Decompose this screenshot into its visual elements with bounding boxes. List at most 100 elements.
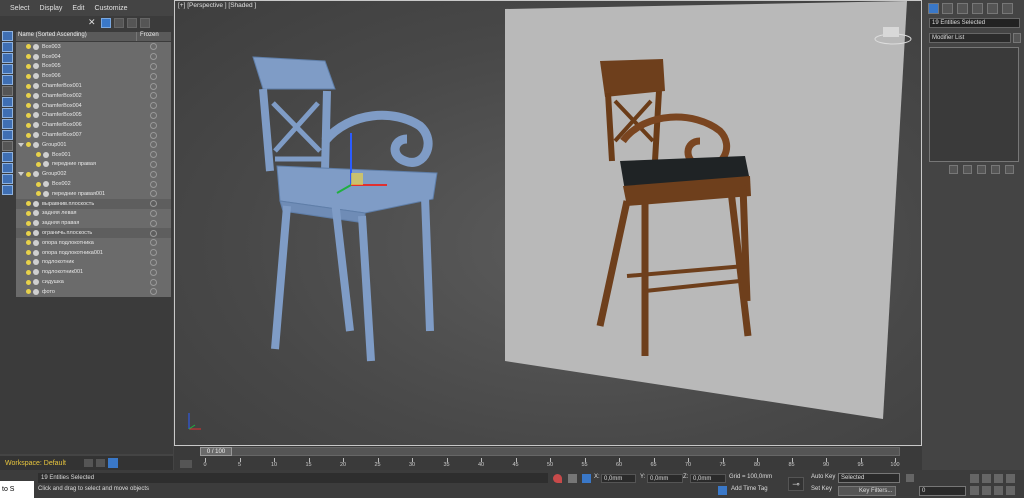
visibility-bulb-icon[interactable] bbox=[36, 181, 41, 187]
menu-customize[interactable]: Customize bbox=[94, 5, 127, 12]
show-end-result-icon[interactable] bbox=[963, 165, 972, 174]
remove-modifier-icon[interactable] bbox=[991, 165, 1000, 174]
frozen-toggle-icon[interactable] bbox=[150, 219, 157, 227]
display-none-icon[interactable] bbox=[2, 174, 13, 184]
filter-spacewarps-icon[interactable] bbox=[2, 86, 13, 96]
visibility-bulb-icon[interactable] bbox=[26, 259, 31, 265]
explorer-row[interactable]: опора подлокотника001 bbox=[16, 247, 171, 258]
pin-icon[interactable] bbox=[127, 18, 137, 28]
filter-lights-icon[interactable] bbox=[2, 53, 13, 63]
modify-tab-icon[interactable] bbox=[942, 3, 953, 14]
x-coordinate-field[interactable]: 0,0mm bbox=[601, 474, 636, 483]
filter-bones-icon[interactable] bbox=[2, 119, 13, 129]
explorer-row[interactable]: Group002 bbox=[16, 169, 171, 180]
frozen-toggle-icon[interactable] bbox=[150, 151, 157, 159]
absolute-mode-icon[interactable] bbox=[582, 474, 591, 483]
visibility-bulb-icon[interactable] bbox=[26, 93, 31, 99]
close-icon[interactable]: ✕ bbox=[88, 18, 98, 28]
make-unique-icon[interactable] bbox=[977, 165, 986, 174]
zoom-icon[interactable] bbox=[970, 474, 979, 483]
explorer-row[interactable]: Box003 bbox=[16, 42, 171, 52]
frozen-toggle-icon[interactable] bbox=[150, 190, 157, 198]
frozen-toggle-icon[interactable] bbox=[150, 258, 157, 266]
frozen-toggle-icon[interactable] bbox=[150, 102, 157, 110]
isolate-selection-icon[interactable] bbox=[553, 474, 562, 483]
visibility-bulb-icon[interactable] bbox=[26, 201, 31, 207]
explorer-row[interactable]: Group001 bbox=[16, 139, 171, 150]
explorer-row[interactable]: задняя правая bbox=[16, 218, 171, 229]
explorer-row[interactable]: ограничь.плоскость bbox=[16, 228, 171, 238]
explorer-row[interactable]: подлокотник001 bbox=[16, 267, 171, 278]
explorer-row[interactable]: ChamferBox007 bbox=[16, 130, 171, 140]
frozen-toggle-icon[interactable] bbox=[150, 200, 157, 208]
display-tab-icon[interactable] bbox=[987, 3, 998, 14]
filter-groups-icon[interactable] bbox=[2, 97, 13, 107]
visibility-bulb-icon[interactable] bbox=[26, 132, 31, 138]
column-frozen[interactable]: Frozen bbox=[137, 32, 159, 41]
layer-icon[interactable] bbox=[84, 459, 93, 467]
frozen-toggle-icon[interactable] bbox=[150, 249, 157, 257]
explorer-row[interactable]: фото bbox=[16, 286, 171, 297]
motion-tab-icon[interactable] bbox=[972, 3, 983, 14]
z-coordinate-field[interactable]: 0,0mm bbox=[690, 474, 726, 483]
explorer-row[interactable]: сидушка bbox=[16, 277, 171, 287]
auto-key-button[interactable]: Auto Key bbox=[811, 474, 835, 480]
create-tab-icon[interactable] bbox=[928, 3, 939, 14]
visibility-bulb-icon[interactable] bbox=[26, 103, 31, 109]
explorer-row[interactable]: задняя левая bbox=[16, 208, 171, 219]
frozen-toggle-icon[interactable] bbox=[150, 72, 157, 80]
frozen-toggle-icon[interactable] bbox=[150, 141, 157, 149]
add-time-tag[interactable]: Add Time Tag bbox=[731, 486, 768, 492]
explorer-row[interactable]: опора подлокотника bbox=[16, 237, 171, 248]
explorer-row[interactable]: ChamferBox004 bbox=[16, 100, 171, 111]
frozen-toggle-icon[interactable] bbox=[150, 43, 157, 51]
hierarchy-tab-icon[interactable] bbox=[957, 3, 968, 14]
orbit-icon[interactable] bbox=[982, 486, 991, 495]
configure-modifier-sets-icon[interactable] bbox=[1005, 165, 1014, 174]
visibility-bulb-icon[interactable] bbox=[26, 240, 31, 246]
frozen-toggle-icon[interactable] bbox=[150, 170, 157, 178]
visibility-bulb-icon[interactable] bbox=[26, 44, 31, 50]
filter-helpers-icon[interactable] bbox=[2, 75, 13, 85]
frozen-toggle-icon[interactable] bbox=[150, 239, 157, 247]
menu-edit[interactable]: Edit bbox=[72, 5, 84, 12]
invert-display-icon[interactable] bbox=[2, 185, 13, 195]
frozen-toggle-icon[interactable] bbox=[150, 131, 157, 139]
frozen-toggle-icon[interactable] bbox=[150, 180, 157, 188]
expand-arrow-icon[interactable] bbox=[18, 142, 24, 147]
workspace-selector[interactable]: Workspace: Default bbox=[5, 460, 66, 467]
pin-stack-icon[interactable] bbox=[949, 165, 958, 174]
mini-curve-editor-icon[interactable] bbox=[180, 460, 192, 468]
column-name[interactable]: Name (Sorted Ascending) bbox=[16, 32, 137, 41]
filter-shapes-icon[interactable] bbox=[2, 42, 13, 52]
viewport-label[interactable]: [+] [Perspective ] [Shaded ] bbox=[178, 2, 256, 9]
selection-lock-icon[interactable] bbox=[568, 474, 577, 483]
maxscript-listener[interactable]: to S bbox=[0, 481, 34, 498]
playback-go-start-icon[interactable] bbox=[906, 474, 914, 482]
visibility-bulb-icon[interactable] bbox=[26, 230, 31, 236]
filter-containers-icon[interactable] bbox=[2, 130, 13, 140]
explorer-row[interactable]: ChamferBox002 bbox=[16, 90, 171, 101]
visibility-bulb-icon[interactable] bbox=[26, 63, 31, 69]
perspective-viewport[interactable] bbox=[174, 0, 922, 446]
visibility-bulb-icon[interactable] bbox=[26, 112, 31, 118]
explorer-row[interactable]: ChamferBox001 bbox=[16, 81, 171, 91]
frozen-toggle-icon[interactable] bbox=[150, 121, 157, 129]
visibility-bulb-icon[interactable] bbox=[26, 289, 31, 295]
filter-hidden-icon[interactable] bbox=[2, 152, 13, 162]
filter-cameras-icon[interactable] bbox=[2, 64, 13, 74]
explorer-row[interactable]: Box004 bbox=[16, 51, 171, 62]
visibility-bulb-icon[interactable] bbox=[26, 269, 31, 275]
menu-select[interactable]: Select bbox=[10, 5, 29, 12]
modifier-list-dropdown[interactable]: Modifier List bbox=[929, 33, 1011, 43]
set-key-mode-icon[interactable]: ⊸ bbox=[788, 477, 804, 491]
expand-arrow-icon[interactable] bbox=[18, 172, 24, 177]
visibility-bulb-icon[interactable] bbox=[26, 279, 31, 285]
selection-name-field[interactable]: 19 Entities Selected bbox=[929, 18, 1020, 28]
visibility-bulb-icon[interactable] bbox=[26, 83, 31, 89]
explorer-toggle-icon[interactable] bbox=[96, 459, 105, 467]
explorer-row[interactable]: ChamferBox006 bbox=[16, 120, 171, 131]
visibility-bulb-icon[interactable] bbox=[26, 210, 31, 216]
frozen-toggle-icon[interactable] bbox=[150, 229, 157, 237]
explorer-row[interactable]: Box006 bbox=[16, 71, 171, 82]
